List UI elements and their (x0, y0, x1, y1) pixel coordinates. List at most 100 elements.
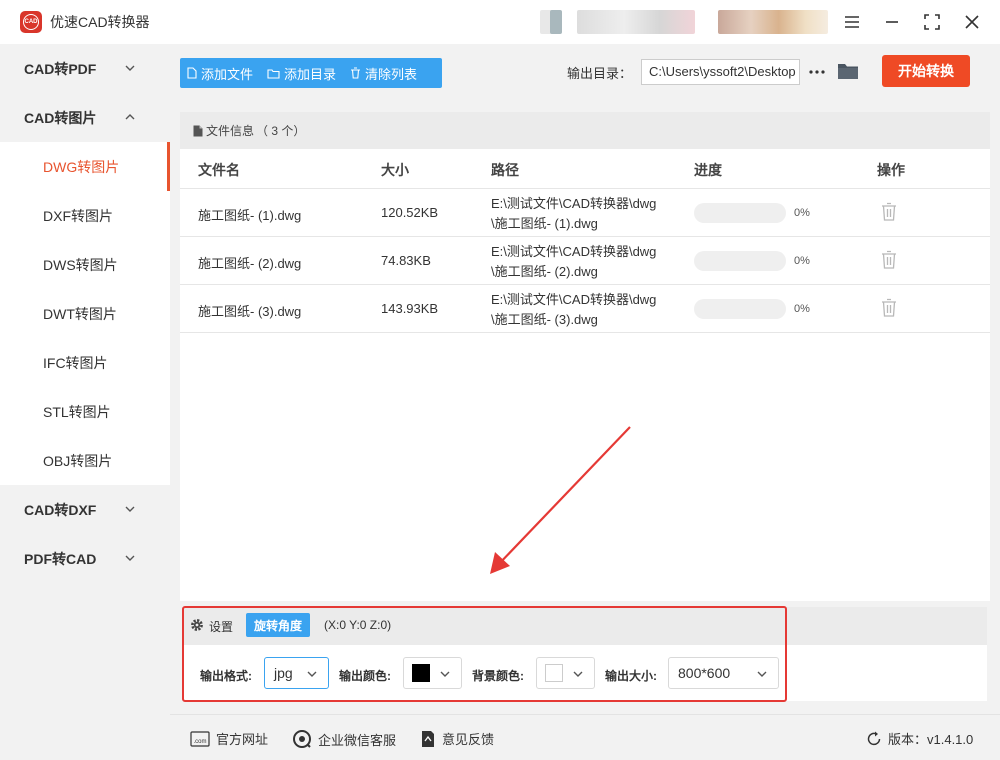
column-header-action: 操作 (877, 162, 905, 178)
sidebar-item-label: OBJ转图片 (43, 452, 113, 469)
file-path: E:\测试文件\CAD转换器\dwg\施工图纸- (1).dwg (491, 196, 657, 231)
output-size-select[interactable]: 800*600 (668, 657, 779, 689)
more-options-icon[interactable] (806, 62, 828, 82)
footer: .com 官方网址 企业微信客服 意见反馈 版本：v1.4.1.0 (170, 714, 1000, 760)
official-website-label: 官方网址 (216, 732, 269, 747)
table-row[interactable]: 施工图纸- (1).dwg 120.52KB E:\测试文件\CAD转换器\dw… (180, 189, 990, 237)
file-name: 施工图纸- (2).dwg (198, 256, 302, 271)
sidebar-group-label: CAD转PDF (24, 60, 97, 77)
chevron-down-icon (440, 671, 450, 677)
start-convert-button[interactable]: 开始转换 (882, 55, 970, 87)
app-logo-text: CAD (23, 14, 39, 30)
table-row[interactable]: 施工图纸- (3).dwg 143.93KB E:\测试文件\CAD转换器\dw… (180, 285, 990, 333)
sidebar-item-label: DWS转图片 (43, 256, 118, 273)
document-icon (193, 125, 203, 136)
sidebar-item-dxf-to-image[interactable]: DXF转图片 (0, 191, 170, 240)
maximize-icon[interactable] (920, 10, 944, 34)
open-folder-icon[interactable] (837, 60, 859, 82)
sidebar-item-dwt-to-image[interactable]: DWT转图片 (0, 289, 170, 338)
file-icon (187, 67, 197, 79)
output-size-value: 800*600 (678, 665, 731, 681)
file-count: （ 3 个） (256, 124, 306, 138)
blurred-region (718, 10, 828, 34)
output-directory-input[interactable]: C:\Users\yssoft2\Desktop (641, 59, 800, 85)
sidebar-group-pdf-to-cad[interactable]: PDF转CAD (0, 534, 170, 583)
trash-icon (351, 67, 361, 79)
clear-list-button[interactable]: 清除列表 (343, 58, 424, 88)
file-path: E:\测试文件\CAD转换器\dwg\施工图纸- (2).dwg (491, 244, 657, 279)
minimize-icon[interactable] (880, 10, 904, 34)
chevron-down-icon (307, 671, 317, 677)
output-format-label: 输出格式: (200, 669, 252, 683)
close-icon[interactable] (960, 10, 984, 34)
sidebar-group-cad-to-dxf[interactable]: CAD转DXF (0, 485, 170, 534)
feedback-link[interactable]: 意见反馈 (420, 729, 494, 748)
delete-trash-icon[interactable] (880, 298, 898, 318)
official-website-link[interactable]: .com 官方网址 (190, 729, 268, 748)
delete-trash-icon[interactable] (880, 250, 898, 270)
sidebar-item-ifc-to-image[interactable]: IFC转图片 (0, 338, 170, 387)
website-icon: .com (190, 730, 210, 747)
table-row[interactable]: 施工图纸- (2).dwg 74.83KB E:\测试文件\CAD转换器\dwg… (180, 237, 990, 285)
file-info-header: 文件信息 （ 3 个） (180, 112, 990, 149)
sidebar-item-label: DWT转图片 (43, 305, 117, 322)
column-header-name: 文件名 (198, 162, 240, 178)
rotate-angle-button[interactable]: 旋转角度 (246, 613, 310, 637)
add-file-label: 添加文件 (201, 66, 254, 82)
add-file-button[interactable]: 添加文件 (180, 58, 260, 88)
chevron-down-icon (125, 555, 135, 561)
chevron-down-icon (573, 671, 583, 677)
column-header-size: 大小 (381, 162, 409, 178)
file-name: 施工图纸- (1).dwg (198, 208, 302, 223)
sidebar-group-cad-to-image[interactable]: CAD转图片 (0, 93, 170, 142)
title-bar: CAD 优速CAD转换器 (0, 0, 1000, 44)
progress-bar (694, 299, 786, 319)
menu-icon[interactable] (840, 10, 864, 34)
clear-list-label: 清除列表 (365, 66, 418, 82)
gear-icon (191, 619, 203, 631)
app-title: 优速CAD转换器 (50, 14, 150, 30)
file-toolbar: 添加文件 添加目录 清除列表 (180, 58, 442, 88)
sidebar-group-label: CAD转图片 (24, 109, 97, 126)
sidebar-item-dws-to-image[interactable]: DWS转图片 (0, 240, 170, 289)
output-directory-label: 输出目录： (567, 66, 633, 81)
version-info[interactable]: 版本：v1.4.1.0 (866, 729, 973, 748)
progress-percent: 0% (794, 255, 810, 267)
output-color-swatch (412, 664, 430, 682)
background-color-picker[interactable] (536, 657, 595, 689)
output-format-value: jpg (274, 665, 293, 681)
background-color-label: 背景颜色: (472, 669, 524, 683)
chevron-down-icon (757, 671, 767, 677)
add-directory-button[interactable]: 添加目录 (260, 58, 343, 88)
sidebar-group-cad-to-pdf[interactable]: CAD转PDF (0, 44, 170, 93)
progress-bar (694, 203, 786, 223)
sidebar-group-label: PDF转CAD (24, 550, 97, 567)
blurred-region (550, 10, 562, 34)
output-size-label: 输出大小: (605, 669, 657, 683)
sidebar-item-dwg-to-image[interactable]: DWG转图片 (0, 142, 170, 191)
file-name: 施工图纸- (3).dwg (198, 304, 302, 319)
delete-trash-icon[interactable] (880, 202, 898, 222)
file-size: 120.52KB (381, 205, 439, 220)
blurred-region (577, 10, 695, 34)
folder-icon (267, 68, 280, 79)
output-color-label: 输出颜色: (339, 669, 391, 683)
sidebar-item-obj-to-image[interactable]: OBJ转图片 (0, 436, 170, 485)
progress-percent: 0% (794, 303, 810, 315)
wechat-service-link[interactable]: 企业微信客服 (292, 729, 396, 749)
chevron-down-icon (125, 65, 135, 71)
file-info-title: 文件信息 (206, 124, 255, 138)
annotation-arrow (490, 426, 631, 574)
add-directory-label: 添加目录 (284, 66, 337, 82)
output-color-picker[interactable] (403, 657, 462, 689)
refresh-icon (867, 731, 881, 745)
progress-bar (694, 251, 786, 271)
sidebar-item-label: DXF转图片 (43, 207, 113, 224)
output-format-select[interactable]: jpg (264, 657, 329, 689)
table-header: 文件名 大小 路径 进度 操作 (180, 149, 990, 189)
sidebar-item-stl-to-image[interactable]: STL转图片 (0, 387, 170, 436)
column-header-progress: 进度 (694, 162, 722, 178)
file-size: 74.83KB (381, 253, 431, 268)
sidebar-group-label: CAD转DXF (24, 501, 97, 518)
sidebar-item-label: IFC转图片 (43, 354, 108, 371)
